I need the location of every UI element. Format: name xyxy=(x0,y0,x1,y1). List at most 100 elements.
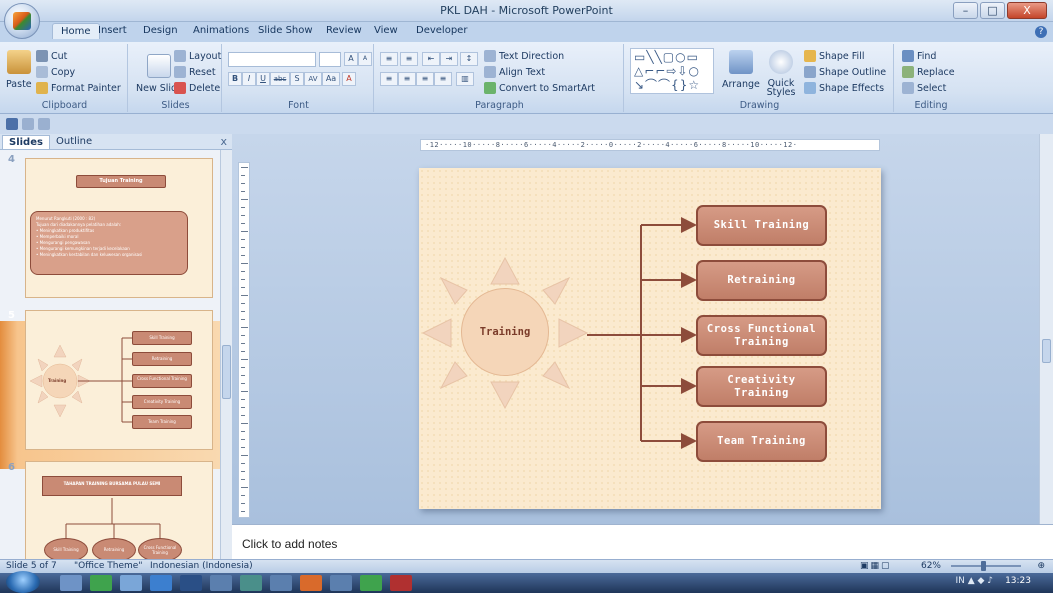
italic-button[interactable]: I xyxy=(242,72,256,86)
columns-button[interactable]: ▥ xyxy=(456,72,474,86)
paste-button[interactable]: Paste xyxy=(6,50,32,90)
cut-button[interactable]: Cut xyxy=(36,50,67,62)
clock[interactable]: 13:23 xyxy=(1005,576,1031,586)
center-node[interactable]: Training xyxy=(461,288,549,376)
delete-button[interactable]: Delete xyxy=(174,82,220,94)
save-icon[interactable] xyxy=(6,118,18,130)
shadow-button[interactable]: S xyxy=(290,72,304,86)
panel-scroll-thumb[interactable] xyxy=(222,345,231,399)
tab-animations[interactable]: Animations xyxy=(193,25,249,36)
diagram-box[interactable]: Skill Training xyxy=(696,205,827,246)
diagram-box[interactable]: Team Training xyxy=(696,421,827,462)
align-right-button[interactable]: ≡ xyxy=(416,72,434,86)
taskbar-app-icon[interactable] xyxy=(90,575,112,591)
language-tray-label[interactable]: IN xyxy=(955,576,964,586)
panel-close-icon[interactable]: x xyxy=(220,135,227,148)
tab-design[interactable]: Design xyxy=(143,25,178,36)
arrange-button[interactable]: Arrange xyxy=(722,50,760,90)
slide-thumbnail-5[interactable]: Training Skill Training Retraining Cross… xyxy=(25,310,213,450)
line-spacing-button[interactable]: ↕ xyxy=(460,52,478,66)
shrink-font-button[interactable]: A xyxy=(358,52,372,66)
office-button[interactable] xyxy=(4,3,40,39)
fit-to-window-icon[interactable]: ⊕ xyxy=(1037,561,1045,571)
zoom-slider[interactable] xyxy=(951,561,1021,571)
minimize-button[interactable]: – xyxy=(953,2,978,19)
tab-view[interactable]: View xyxy=(374,25,398,36)
notes-pane[interactable]: Click to add notes xyxy=(232,524,1053,559)
tab-slide-show[interactable]: Slide Show xyxy=(258,25,313,36)
undo-icon[interactable] xyxy=(22,118,34,130)
tab-developer[interactable]: Developer xyxy=(416,25,467,36)
slide-thumbnail-4[interactable]: Tujuan Training Menurut Rangkuti (2000 :… xyxy=(25,158,213,298)
editor-scroll-thumb[interactable] xyxy=(1042,339,1051,363)
convert-smartart-button[interactable]: Convert to SmartArt xyxy=(484,82,595,94)
taskbar-app-icon[interactable] xyxy=(240,575,262,591)
find-button[interactable]: Find xyxy=(902,50,936,62)
thumbnail-box: Skill Training xyxy=(132,331,192,345)
shape-outline-button[interactable]: Shape Outline xyxy=(804,66,886,78)
taskbar-app-icon[interactable] xyxy=(150,575,172,591)
close-button[interactable]: X xyxy=(1007,2,1047,19)
language-indicator[interactable]: Indonesian (Indonesia) xyxy=(150,561,253,571)
bullets-button[interactable]: ≡ xyxy=(380,52,398,66)
redo-icon[interactable] xyxy=(38,118,50,130)
align-text-button[interactable]: Align Text xyxy=(484,66,545,78)
taskbar-app-icon[interactable] xyxy=(180,575,202,591)
taskbar-app-icon[interactable] xyxy=(60,575,82,591)
layout-button[interactable]: Layout xyxy=(174,50,221,62)
diagram-box[interactable]: Retraining xyxy=(696,260,827,301)
tab-insert[interactable]: Insert xyxy=(98,25,127,36)
tab-review[interactable]: Review xyxy=(326,25,362,36)
arrange-icon xyxy=(728,50,753,74)
change-case-button[interactable]: Aa xyxy=(322,72,340,86)
zoom-slider-knob[interactable] xyxy=(981,561,986,571)
select-button[interactable]: Select xyxy=(902,82,946,94)
taskbar-app-icon[interactable] xyxy=(390,575,412,591)
shapes-gallery[interactable]: ▭╲╲▢○▭ △⌐⌐⇨⇩○ ↘⌒⌒{}☆ xyxy=(630,48,714,94)
maximize-button[interactable]: □ xyxy=(980,2,1005,19)
font-size-field[interactable] xyxy=(319,52,341,67)
strikethrough-button[interactable]: abc xyxy=(270,72,290,86)
underline-button[interactable]: U xyxy=(256,72,270,86)
slide-thumbnail-6[interactable]: TAHAPAN TRAINING BURSAMA PULAU SEMI Skil… xyxy=(25,461,213,559)
ruler-tick xyxy=(241,263,248,264)
font-color-button[interactable]: A xyxy=(342,72,356,86)
tab-slides[interactable]: Slides xyxy=(2,135,50,149)
align-left-button[interactable]: ≡ xyxy=(380,72,398,86)
align-center-button[interactable]: ≡ xyxy=(398,72,416,86)
tab-home[interactable]: Home xyxy=(52,23,100,39)
text-direction-button[interactable]: Text Direction xyxy=(484,50,564,62)
taskbar-app-icon[interactable] xyxy=(120,575,142,591)
decrease-indent-button[interactable]: ⇤ xyxy=(422,52,440,66)
taskbar-app-icon[interactable] xyxy=(330,575,352,591)
zoom-level[interactable]: 62% xyxy=(921,561,941,571)
help-icon[interactable]: ? xyxy=(1035,26,1047,38)
taskbar-powerpoint-icon[interactable] xyxy=(300,575,322,591)
justify-button[interactable]: ≡ xyxy=(434,72,452,86)
taskbar-app-icon[interactable] xyxy=(210,575,232,591)
bold-button[interactable]: B xyxy=(228,72,242,86)
format-painter-button[interactable]: Format Painter xyxy=(36,82,121,94)
grow-font-button[interactable]: A xyxy=(344,52,358,66)
quick-styles-button[interactable]: Quick Styles xyxy=(764,50,798,97)
start-button[interactable] xyxy=(6,571,40,593)
replace-button[interactable]: Replace xyxy=(902,66,955,78)
shape-fill-button[interactable]: Shape Fill xyxy=(804,50,864,62)
tab-outline[interactable]: Outline xyxy=(50,135,98,148)
editor-scrollbar[interactable] xyxy=(1039,134,1053,524)
char-spacing-button[interactable]: AV xyxy=(304,72,322,86)
font-name-field[interactable] xyxy=(228,52,316,67)
current-slide[interactable]: Training Skill Training Retraining Cross… xyxy=(419,168,881,509)
numbering-button[interactable]: ≡ xyxy=(400,52,418,66)
panel-scrollbar[interactable] xyxy=(220,150,232,559)
diagram-box[interactable]: Creativity Training xyxy=(696,366,827,407)
view-buttons[interactable]: ▣▦▢ xyxy=(860,561,892,571)
reset-button[interactable]: Reset xyxy=(174,66,216,78)
copy-button[interactable]: Copy xyxy=(36,66,75,78)
taskbar-app-icon[interactable] xyxy=(360,575,382,591)
shape-effects-button[interactable]: Shape Effects xyxy=(804,82,884,94)
increase-indent-button[interactable]: ⇥ xyxy=(440,52,458,66)
ruler-tick xyxy=(241,167,248,168)
taskbar-app-icon[interactable] xyxy=(270,575,292,591)
diagram-box[interactable]: Cross Functional Training xyxy=(696,315,827,356)
